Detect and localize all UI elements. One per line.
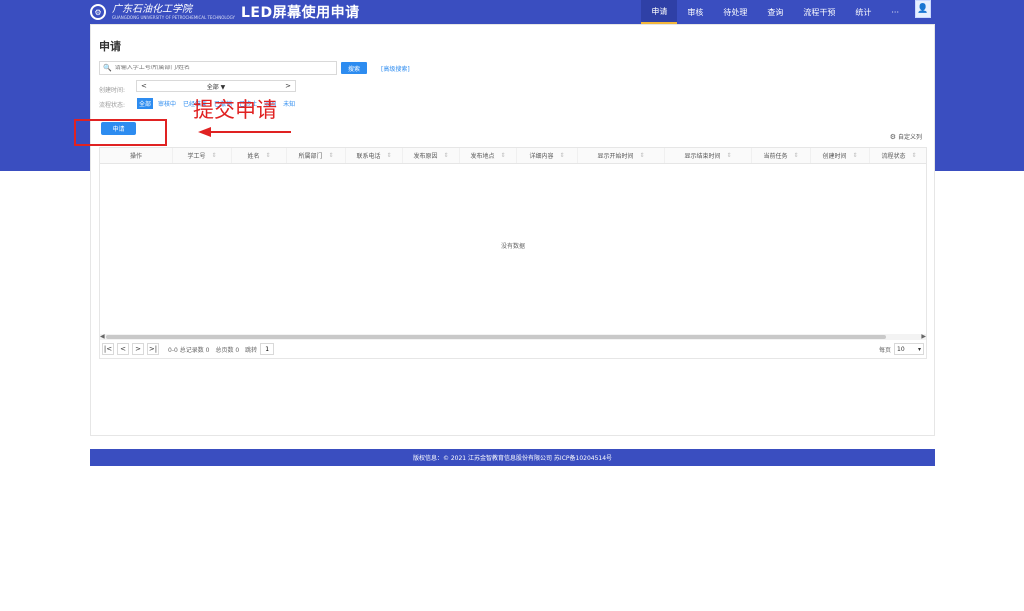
advanced-search-link[interactable]: [高级搜索] xyxy=(381,64,410,73)
annotation-arrow-icon xyxy=(198,127,291,137)
app-title: LED屏幕使用申请 xyxy=(240,5,360,21)
col-detail[interactable]: 详细内容 ⇕ xyxy=(517,148,578,163)
created-time-selector: < 全部 ▼ > xyxy=(136,80,296,92)
col-flow-status[interactable]: 流程状态 ⇕ xyxy=(870,148,926,163)
col-reason[interactable]: 发布原因 ⇕ xyxy=(403,148,460,163)
sort-icon[interactable]: ⇕ xyxy=(500,152,505,159)
col-label: 显示结束时间 xyxy=(684,153,721,160)
col-phone[interactable]: 联系电话 ⇕ xyxy=(346,148,403,163)
col-created-time[interactable]: 创建时间 ⇕ xyxy=(811,148,870,163)
col-label: 显示开始时间 xyxy=(597,153,634,160)
scroll-left-icon[interactable]: ◀ xyxy=(100,333,105,340)
col-label: 发布原因 xyxy=(413,153,438,160)
scrollbar-thumb[interactable] xyxy=(106,335,886,339)
col-label: 创建时间 xyxy=(822,153,847,160)
school-seal-icon: ⚙ xyxy=(90,4,106,20)
col-name[interactable]: 姓名 ⇕ xyxy=(232,148,287,163)
col-label: 流程状态 xyxy=(881,153,906,160)
custom-columns-label: 自定义列 xyxy=(897,134,922,141)
sort-icon[interactable]: ⇕ xyxy=(852,152,857,159)
sort-icon[interactable]: ⇕ xyxy=(265,152,270,159)
school-english-name: GUANGDONG UNIVERSITY OF PETROCHEMICAL TE… xyxy=(112,14,235,20)
sort-icon[interactable]: ⇕ xyxy=(639,152,644,159)
status-all[interactable]: 全部 xyxy=(137,98,154,109)
data-table: 操作 学工号 ⇕ 姓名 ⇕ 所属部门 ⇕ 联系电话 ⇕ 发布原因 ⇕ 发布地点 ⇕ 详细内容… xyxy=(99,147,927,359)
first-page-button[interactable]: |< xyxy=(102,343,114,355)
jump-label: 跳转 xyxy=(245,346,258,354)
sort-icon[interactable]: ⇕ xyxy=(328,152,333,159)
col-label: 操作 xyxy=(129,153,142,160)
sort-icon[interactable]: ⇕ xyxy=(911,152,916,159)
col-department[interactable]: 所属部门 ⇕ xyxy=(287,148,346,163)
sort-icon[interactable]: ⇕ xyxy=(386,152,391,159)
nav-pending[interactable]: 待处理 xyxy=(713,0,757,24)
school-name: 广东石油化工学院 xyxy=(112,3,192,15)
record-summary: 0-0 总记录数 0 xyxy=(168,346,210,354)
per-page: 每页 10 ▾ xyxy=(879,343,924,355)
search-icon: 🔍 xyxy=(103,64,112,72)
page-jump-input[interactable]: 1 xyxy=(260,343,275,355)
per-page-label: 每页 xyxy=(878,346,891,354)
gear-icon: ⚙ xyxy=(889,132,896,141)
sort-icon[interactable]: ⇕ xyxy=(793,152,798,159)
annotation-label: 提交申请 xyxy=(193,98,277,122)
top-nav: 申请 审核 待处理 查询 流程干预 统计 ··· 👤 xyxy=(641,0,935,24)
search-button[interactable]: 搜索 xyxy=(341,62,367,74)
nav-apply[interactable]: 申请 xyxy=(641,0,678,24)
col-location[interactable]: 发布地点 ⇕ xyxy=(460,148,517,163)
pagination: |< < > >| 0-0 总记录数 0 总页数 0 跳转 1 每页 10 ▾ xyxy=(100,340,926,358)
school-logo: 广东石油化工学院 GUANGDONG UNIVERSITY OF PETROCH… xyxy=(112,3,235,20)
footer: 版权信息：© 2021 江苏金智教育信息股份有限公司 苏ICP备10204514… xyxy=(90,449,935,466)
next-page-button[interactable]: > xyxy=(132,343,144,355)
table-header: 操作 学工号 ⇕ 姓名 ⇕ 所属部门 ⇕ 联系电话 ⇕ 发布原因 ⇕ 发布地点 ⇕ 详细内容… xyxy=(100,148,926,164)
total-pages: 总页数 0 xyxy=(215,346,240,354)
nav-query[interactable]: 查询 xyxy=(757,0,793,24)
status-unknown[interactable]: 未知 xyxy=(281,98,297,109)
nav-more[interactable]: ··· xyxy=(881,0,909,24)
nav-flow-intervene[interactable]: 流程干预 xyxy=(793,0,845,24)
col-label: 学工号 xyxy=(187,153,206,160)
col-actions: 操作 xyxy=(100,148,173,163)
last-page-button[interactable]: >| xyxy=(147,343,159,355)
main-card: 申请 🔍 搜索 [高级搜索] 创建时间: < 全部 ▼ > 流程状态: 全部 审… xyxy=(90,24,935,436)
scroll-right-icon[interactable]: ▶ xyxy=(921,333,926,340)
time-dropdown[interactable]: 全部 ▼ xyxy=(207,82,226,91)
col-start-time[interactable]: 显示开始时间 ⇕ xyxy=(578,148,665,163)
sort-icon[interactable]: ⇕ xyxy=(211,152,216,159)
per-page-value: 10 xyxy=(897,345,905,353)
app-header: ⚙ 广东石油化工学院 GUANGDONG UNIVERSITY OF PETRO… xyxy=(90,0,935,24)
nav-review[interactable]: 审核 xyxy=(677,0,713,24)
nav-statistics[interactable]: 统计 xyxy=(845,0,881,24)
sort-icon[interactable]: ⇕ xyxy=(443,152,448,159)
custom-columns-button[interactable]: ⚙ 自定义列 xyxy=(889,132,922,142)
col-label: 联系电话 xyxy=(356,153,381,160)
col-label: 当前任务 xyxy=(763,153,788,160)
flow-status-label: 流程状态: xyxy=(99,102,126,109)
sort-icon[interactable]: ⇕ xyxy=(559,152,564,159)
col-label: 所属部门 xyxy=(298,153,323,160)
col-student-id[interactable]: 学工号 ⇕ xyxy=(173,148,232,163)
col-end-time[interactable]: 显示结束时间 ⇕ xyxy=(665,148,752,163)
annotation-highlight-box xyxy=(74,119,167,146)
per-page-select[interactable]: 10 ▾ xyxy=(894,343,924,355)
time-next-button[interactable]: > xyxy=(285,82,291,90)
sort-icon[interactable]: ⇕ xyxy=(726,152,731,159)
prev-page-button[interactable]: < xyxy=(117,343,129,355)
col-current-task[interactable]: 当前任务 ⇕ xyxy=(752,148,811,163)
search-input[interactable] xyxy=(114,65,325,71)
col-label: 姓名 xyxy=(247,153,260,160)
time-prev-button[interactable]: < xyxy=(141,82,147,90)
created-time-label: 创建时间: xyxy=(99,87,126,94)
search-box: 🔍 xyxy=(99,61,337,75)
chevron-down-icon: ▾ xyxy=(917,345,921,353)
page-title: 申请 xyxy=(99,40,121,53)
status-reviewing[interactable]: 审核中 xyxy=(156,98,178,109)
col-label: 发布地点 xyxy=(470,153,495,160)
empty-message: 没有数据 xyxy=(500,243,525,250)
user-avatar[interactable]: 👤 xyxy=(915,0,931,18)
col-label: 详细内容 xyxy=(529,153,554,160)
